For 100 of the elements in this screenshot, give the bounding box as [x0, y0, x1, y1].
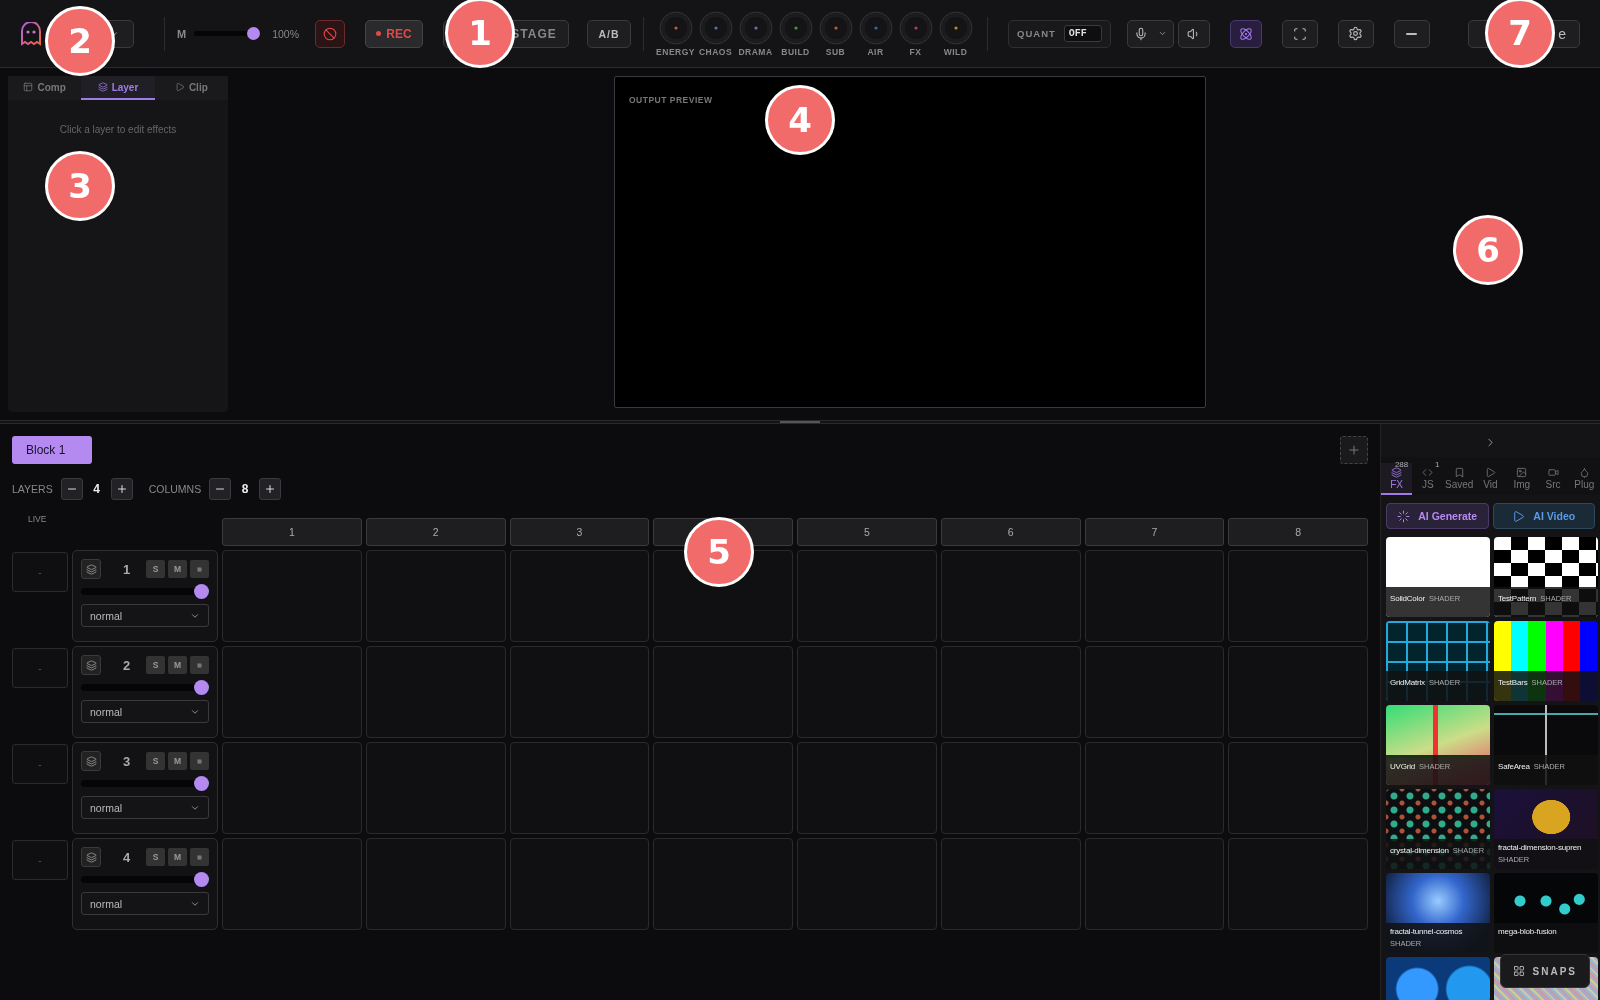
clip-slot[interactable]	[365, 550, 506, 642]
column-header[interactable]: 3	[509, 518, 650, 546]
ab-button[interactable]: A/B	[587, 19, 632, 48]
knob[interactable]	[858, 10, 893, 45]
knob[interactable]	[938, 10, 973, 45]
settings-button[interactable]	[1337, 19, 1374, 48]
browser-tab[interactable]: Saved	[1443, 463, 1475, 495]
clip-slot[interactable]	[1228, 838, 1368, 930]
stop-button[interactable]	[190, 656, 209, 674]
clip-slot[interactable]	[797, 838, 937, 930]
browser-tab[interactable]: Src	[1537, 463, 1569, 495]
knob[interactable]	[658, 10, 693, 45]
master-slider[interactable]	[194, 27, 261, 40]
column-header[interactable]: 5	[797, 518, 937, 546]
clip-slot[interactable]	[222, 838, 362, 930]
clip-slot[interactable]	[940, 550, 1081, 642]
clip-slot[interactable]	[797, 550, 937, 642]
speaker-button[interactable]	[1177, 19, 1210, 48]
opacity-slider[interactable]	[81, 680, 209, 695]
ai-video-button[interactable]: AI Video	[1492, 503, 1595, 529]
inspector-tab[interactable]: Layer	[81, 76, 155, 100]
solo-button[interactable]: S	[146, 848, 165, 866]
block-tab[interactable]: Block 1	[12, 436, 92, 464]
layer-button[interactable]	[81, 751, 101, 771]
solo-button[interactable]: S	[146, 752, 165, 770]
browser-tab[interactable]: Img	[1506, 463, 1538, 495]
solo-button[interactable]: S	[146, 656, 165, 674]
layer-button[interactable]	[81, 655, 101, 675]
clip-slot[interactable]	[653, 838, 793, 930]
clip-slot[interactable]	[653, 742, 793, 834]
clip-slot[interactable]	[509, 550, 650, 642]
clip-slot[interactable]	[1228, 646, 1368, 738]
mute-button[interactable]: M	[168, 656, 187, 674]
stop-button[interactable]	[190, 752, 209, 770]
decrease-button[interactable]	[60, 478, 83, 500]
ai-generate-button[interactable]: AI Generate	[1386, 503, 1489, 529]
opacity-slider[interactable]	[81, 776, 209, 791]
column-header[interactable]: 8	[1228, 518, 1368, 546]
clip-slot[interactable]	[365, 838, 506, 930]
effect-card[interactable]: mega-blob-fusion	[1494, 873, 1598, 953]
resize-handle[interactable]	[780, 421, 820, 423]
column-header[interactable]: 1	[222, 518, 362, 546]
knob[interactable]	[778, 10, 813, 45]
slider-thumb[interactable]	[194, 680, 209, 695]
slider-thumb[interactable]	[247, 27, 261, 40]
clip-slot[interactable]	[797, 742, 937, 834]
column-header[interactable]: 7	[1084, 518, 1225, 546]
clip-slot[interactable]	[1228, 742, 1368, 834]
slider-thumb[interactable]	[194, 584, 209, 599]
column-header[interactable]: 2	[365, 518, 506, 546]
inspector-tab[interactable]: Comp	[8, 76, 82, 100]
stop-button[interactable]	[190, 848, 209, 866]
clip-slot[interactable]	[509, 646, 650, 738]
clip-slot[interactable]	[1084, 838, 1225, 930]
clip-slot[interactable]	[1084, 550, 1225, 642]
mute-button[interactable]: M	[168, 560, 187, 578]
clip-slot[interactable]	[653, 646, 793, 738]
clip-slot[interactable]	[222, 646, 362, 738]
fullscreen-button[interactable]	[1281, 19, 1318, 48]
clip-slot[interactable]	[940, 838, 1081, 930]
browser-tab[interactable]: Plug	[1568, 463, 1600, 495]
clip-slot[interactable]	[509, 742, 650, 834]
blend-mode-select[interactable]: normal	[81, 892, 209, 915]
decrease-button[interactable]	[209, 478, 232, 500]
browser-tab[interactable]: 288 FX	[1381, 463, 1413, 495]
slider-thumb[interactable]	[194, 872, 209, 887]
record-button[interactable]: REC	[365, 19, 424, 48]
clip-slot[interactable]	[1084, 742, 1225, 834]
clip-slot[interactable]	[509, 838, 650, 930]
quantize-value[interactable]: OFF	[1063, 25, 1102, 42]
clip-slot[interactable]	[1228, 550, 1368, 642]
layer-button[interactable]	[81, 559, 101, 579]
browser-tab[interactable]: Vid	[1474, 463, 1507, 495]
mute-button[interactable]: M	[168, 848, 187, 866]
microphone-button[interactable]	[1126, 19, 1174, 48]
clip-slot[interactable]	[222, 742, 362, 834]
stop-button[interactable]	[190, 560, 209, 578]
quantize-control[interactable]: QUANT OFF	[1008, 19, 1111, 48]
inspector-tab[interactable]: Clip	[154, 76, 228, 100]
slider-thumb[interactable]	[194, 776, 209, 791]
clip-slot[interactable]	[222, 550, 362, 642]
increase-button[interactable]	[110, 478, 133, 500]
browser-tab[interactable]: 1 JS	[1412, 463, 1444, 495]
mute-button[interactable]: M	[168, 752, 187, 770]
clip-slot[interactable]	[1084, 646, 1225, 738]
ghost-logo-icon[interactable]	[20, 21, 42, 46]
knob[interactable]	[818, 10, 853, 45]
clip-slot[interactable]	[940, 646, 1081, 738]
snaps-button[interactable]: SNAPS	[1499, 954, 1590, 988]
opacity-slider[interactable]	[81, 872, 209, 887]
column-header[interactable]: 6	[940, 518, 1081, 546]
layer-button[interactable]	[81, 847, 101, 867]
add-block-button[interactable]	[1340, 436, 1368, 464]
knob[interactable]	[898, 10, 933, 45]
knob[interactable]	[698, 10, 733, 45]
minimize-button[interactable]	[1393, 19, 1430, 48]
blend-mode-select[interactable]: normal	[81, 604, 209, 627]
blackout-button[interactable]	[315, 19, 346, 48]
increase-button[interactable]	[259, 478, 282, 500]
clip-slot[interactable]	[797, 646, 937, 738]
